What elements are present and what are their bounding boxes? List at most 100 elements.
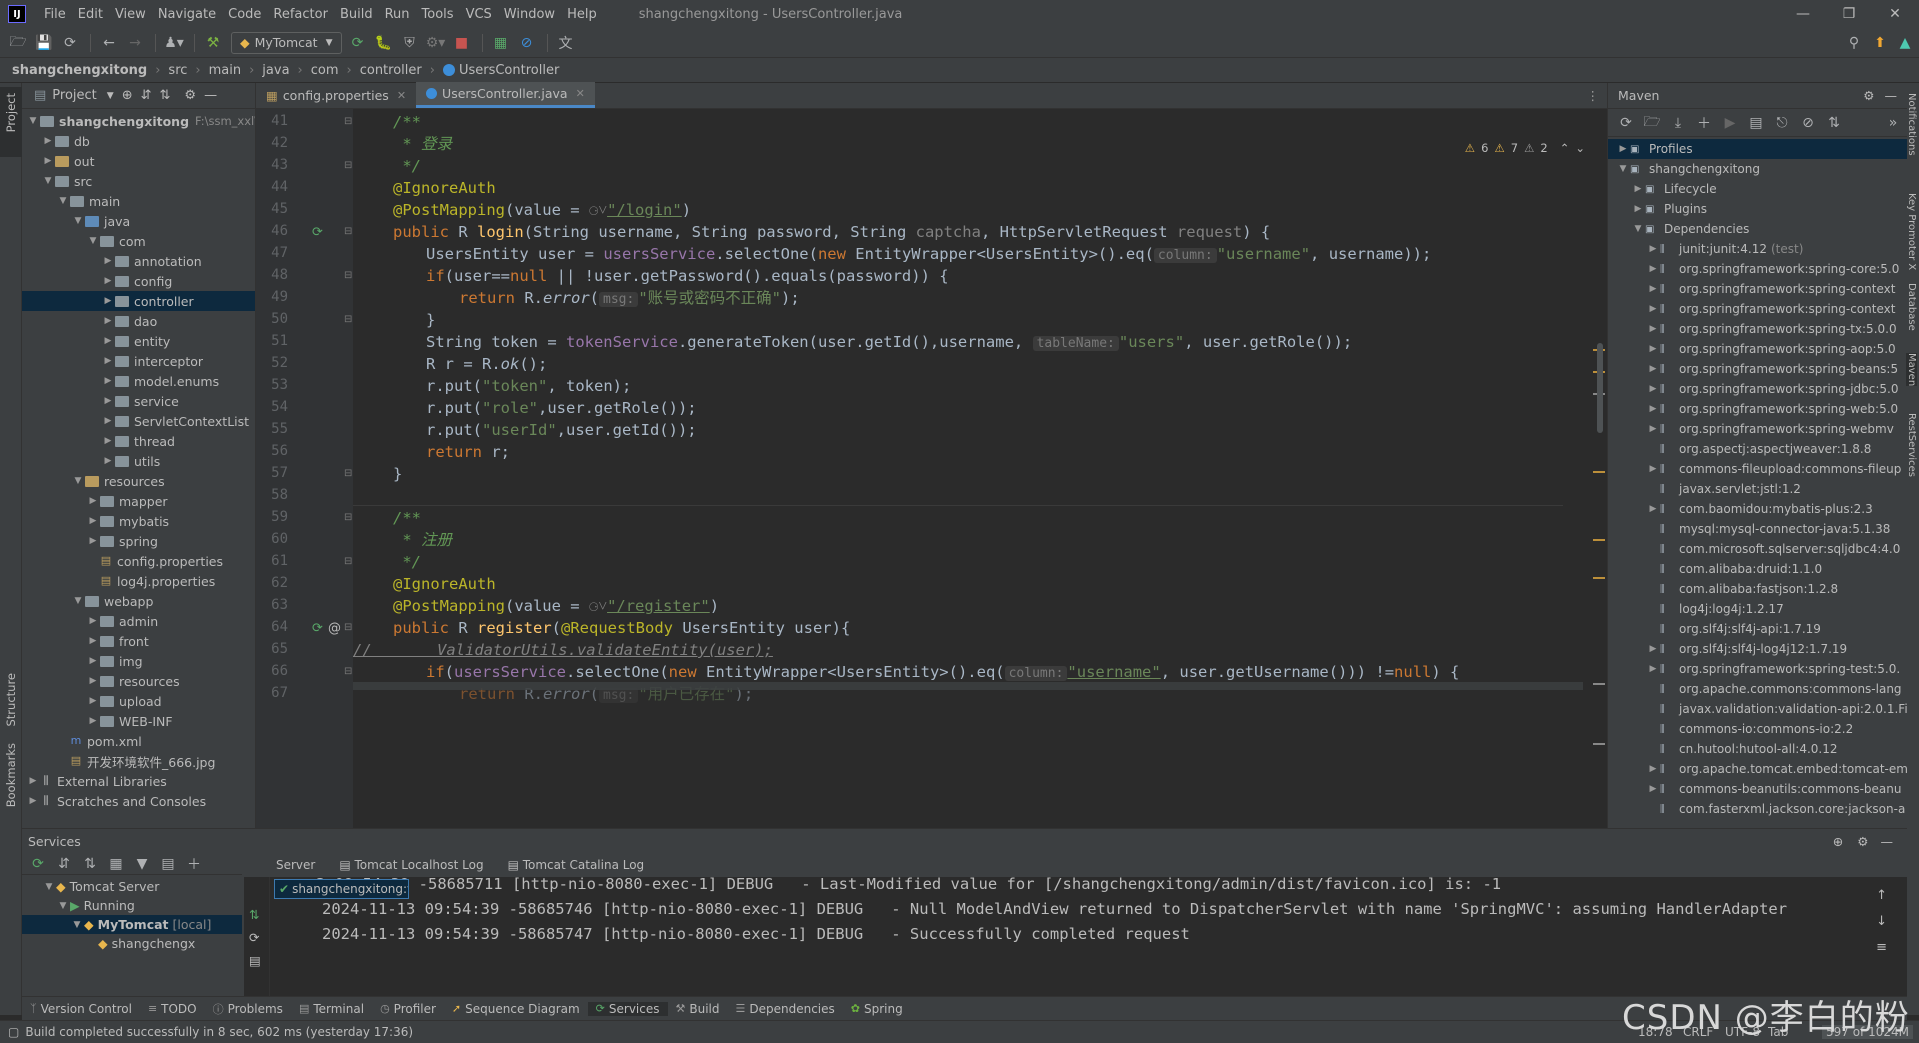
- maven-tree-item[interactable]: ▶ ⫼ org.springframework:spring-test:5.0.: [1608, 659, 1907, 679]
- project-tree-item[interactable]: ▶ interceptor: [22, 351, 255, 371]
- maven-tree-item[interactable]: ▶ ▣ Lifecycle: [1608, 179, 1907, 199]
- close-tab-icon[interactable]: ✕: [576, 87, 585, 100]
- code-area[interactable]: ⚠ 6 ⚠ 7 ⚠ 2 ⌃ ⌄ /** * 登录 */ @IgnoreAuth @Po…: [353, 109, 1593, 828]
- project-tree-item[interactable]: ▶ out: [22, 151, 255, 171]
- tab-tomcat-localhost-log[interactable]: ▤ Tomcat Localhost Log: [327, 858, 495, 872]
- new-tab-icon[interactable]: ▤: [156, 853, 180, 875]
- more-run-icon[interactable]: ⚙▾: [424, 32, 448, 54]
- menu-edit[interactable]: Edit: [72, 7, 109, 22]
- add-icon[interactable]: ＋: [1692, 112, 1716, 134]
- skip-tests-icon[interactable]: ⎋: [1770, 112, 1794, 134]
- update-running-app-icon[interactable]: ▦: [489, 32, 513, 54]
- expand-all-icon[interactable]: ⇵: [52, 853, 76, 875]
- chevron-right-icon[interactable]: ▶: [101, 376, 115, 386]
- build-hammer-icon[interactable]: ⚒: [201, 32, 225, 54]
- maven-tree-item[interactable]: ⫼ org.apache.commons:commons-lang: [1608, 679, 1907, 699]
- sync-icon[interactable]: ⟳: [58, 32, 82, 54]
- maven-tree-item[interactable]: ⫼ org.slf4j:slf4j-api:1.7.19: [1608, 619, 1907, 639]
- bookmarks-tool-label[interactable]: Bookmarks: [4, 743, 18, 807]
- hide-panel-icon[interactable]: —: [1881, 834, 1894, 849]
- chevron-right-icon[interactable]: ▶: [1646, 424, 1660, 434]
- chevron-right-icon[interactable]: ▶: [41, 136, 55, 146]
- run-config-selector[interactable]: ◆ MyTomcat ▼: [231, 31, 342, 54]
- menu-help[interactable]: Help: [561, 7, 603, 22]
- fold-marker-icon[interactable]: ⊟: [344, 666, 352, 677]
- status-message[interactable]: Build completed successfully in 8 sec, 6…: [25, 1025, 413, 1039]
- project-tree-item[interactable]: ▤ 开发环境软件_666.jpg: [22, 751, 255, 771]
- maven-tree-item[interactable]: ▼ ▣ Dependencies: [1608, 219, 1907, 239]
- menu-run[interactable]: Run: [379, 7, 416, 22]
- project-tree-item[interactable]: ▼ shangchengxitong F:\ssm_xxl\0: [22, 111, 255, 131]
- project-tree-item[interactable]: ▶ controller: [22, 291, 255, 311]
- project-tree-item[interactable]: ▶ ⫼ Scratches and Consoles: [22, 791, 255, 811]
- locate-icon[interactable]: ⊕: [122, 88, 133, 103]
- restservices-tool-label[interactable]: RestServices: [1906, 413, 1917, 477]
- vertical-scrollbar-thumb[interactable]: [1597, 343, 1603, 433]
- collapse-all-icon[interactable]: ⇅: [160, 88, 171, 103]
- hide-panel-icon[interactable]: —: [204, 88, 217, 103]
- chevron-right-icon[interactable]: ▶: [1646, 664, 1660, 674]
- next-highlight-icon[interactable]: ⌄: [1575, 141, 1585, 155]
- forward-icon[interactable]: →: [123, 32, 147, 54]
- chevron-right-icon[interactable]: ▶: [41, 156, 55, 166]
- menu-vcs[interactable]: VCS: [460, 7, 498, 22]
- annotation-gutter-icon[interactable]: @: [328, 621, 341, 636]
- maven-tree-item[interactable]: ⫼ javax.validation:validation-api:2.0.1.F…: [1608, 699, 1907, 719]
- chevron-right-icon[interactable]: ▶: [101, 396, 115, 406]
- breadcrumb-class[interactable]: UsersController: [459, 63, 559, 78]
- chevron-down-icon[interactable]: ▼: [70, 920, 84, 930]
- project-tree-item[interactable]: ▼ main: [22, 191, 255, 211]
- menu-file[interactable]: File: [38, 7, 72, 22]
- run-gutter-icon[interactable]: ⟳: [312, 621, 323, 636]
- add-service-icon[interactable]: ⊕: [1833, 834, 1843, 849]
- project-tree-item[interactable]: ▶ admin: [22, 611, 255, 631]
- download-icon[interactable]: ⤓: [1666, 112, 1690, 134]
- hide-panel-icon[interactable]: —: [1885, 88, 1898, 103]
- maven-tree-item[interactable]: ▶ ⫼ org.springframework:spring-core:5.0: [1608, 259, 1907, 279]
- project-tree-item[interactable]: ▼ webapp: [22, 591, 255, 611]
- collapse-all-icon[interactable]: ⇅: [78, 853, 102, 875]
- chevron-right-icon[interactable]: ▶: [101, 316, 115, 326]
- tab-build[interactable]: ⚒ Build: [668, 1002, 728, 1016]
- chevron-right-icon[interactable]: ▶: [1616, 144, 1630, 154]
- horizontal-scrollbar[interactable]: [353, 682, 1583, 690]
- chevron-right-icon[interactable]: ▶: [1646, 644, 1660, 654]
- cancel-icon[interactable]: ⊘: [515, 32, 539, 54]
- chevron-right-icon[interactable]: ▶: [86, 636, 100, 646]
- chevron-right-icon[interactable]: ▶: [1646, 404, 1660, 414]
- deploy-icon[interactable]: ⇅: [244, 877, 269, 922]
- chevron-right-icon[interactable]: ▶: [1646, 304, 1660, 314]
- maven-tree-item[interactable]: ▶ ⫼ com.baomidou:mybatis-plus:2.3: [1608, 499, 1907, 519]
- database-tool-label[interactable]: Database: [1906, 283, 1917, 331]
- maven-tree-item[interactable]: ▶ ⫼ org.slf4j:slf4j-log4j12:1.7.19: [1608, 639, 1907, 659]
- redeploy-icon[interactable]: ⟳: [244, 922, 269, 945]
- maven-tree-item[interactable]: ▶ ▣ Profiles: [1608, 139, 1907, 159]
- chevron-right-icon[interactable]: ▶: [1646, 384, 1660, 394]
- chevron-right-icon[interactable]: ▶: [1646, 364, 1660, 374]
- collapse-icon[interactable]: ⇅: [1822, 112, 1846, 134]
- tab-sequence-diagram[interactable]: ➚ Sequence Diagram: [444, 1002, 588, 1016]
- open-folder-icon[interactable]: 🗁: [6, 32, 30, 54]
- notifications-tool-label[interactable]: Notifications: [1906, 93, 1917, 156]
- tab-services[interactable]: ⟳ Services: [587, 1001, 668, 1016]
- maven-tree-item[interactable]: ▶ ⫼ org.springframework:spring-context: [1608, 279, 1907, 299]
- chevron-right-icon[interactable]: ▶: [86, 516, 100, 526]
- service-tree-item[interactable]: ▼ ▶ Running: [22, 896, 242, 915]
- group-icon[interactable]: ▦: [104, 853, 128, 875]
- maven-tree-item[interactable]: ▶ ⫼ org.springframework:spring-webmv: [1608, 419, 1907, 439]
- tab-server[interactable]: Server: [264, 858, 327, 872]
- chevron-right-icon[interactable]: ▶: [101, 276, 115, 286]
- breadcrumb-main[interactable]: main: [209, 63, 241, 78]
- more-icon[interactable]: »: [1881, 112, 1905, 134]
- maven-tree-item[interactable]: ⫼ com.alibaba:fastjson:1.2.8: [1608, 579, 1907, 599]
- chevron-right-icon[interactable]: ▶: [1646, 244, 1660, 254]
- chevron-right-icon[interactable]: ▶: [101, 436, 115, 446]
- chevron-right-icon[interactable]: ▶: [1631, 184, 1645, 194]
- maven-tree-item[interactable]: ▶ ⫼ commons-beanutils:commons-beanu: [1608, 779, 1907, 799]
- add-icon[interactable]: ＋: [182, 853, 206, 875]
- settings-gear-icon[interactable]: ⚙: [1863, 88, 1874, 103]
- chevron-right-icon[interactable]: ▶: [1646, 504, 1660, 514]
- chevron-down-icon[interactable]: ▼: [107, 91, 114, 101]
- maven-tree-item[interactable]: ⫼ log4j:log4j:1.2.17: [1608, 599, 1907, 619]
- deployment-artifact[interactable]: ✔ shangchengxitong:war: [274, 879, 409, 899]
